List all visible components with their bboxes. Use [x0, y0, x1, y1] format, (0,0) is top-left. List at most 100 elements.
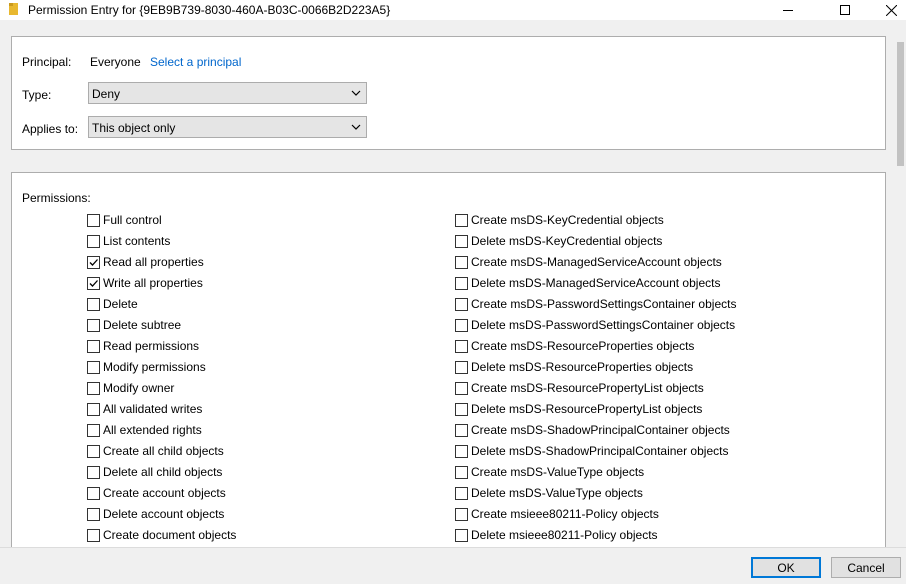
- permission-checkbox[interactable]: [87, 297, 100, 311]
- type-dropdown[interactable]: Deny: [88, 82, 367, 104]
- permission-checkbox[interactable]: [87, 465, 100, 479]
- permission-checkbox[interactable]: [87, 360, 100, 374]
- principal-label: Principal:: [22, 55, 72, 69]
- permission-item[interactable]: Read permissions: [87, 338, 199, 354]
- permission-item[interactable]: All validated writes: [87, 401, 202, 417]
- permission-checkbox[interactable]: [87, 213, 100, 227]
- permission-checkbox[interactable]: [87, 486, 100, 500]
- permission-checkbox[interactable]: [455, 486, 468, 500]
- permission-checkbox[interactable]: [455, 360, 468, 374]
- permission-checkbox[interactable]: [455, 402, 468, 416]
- permission-checkbox[interactable]: [87, 402, 100, 416]
- permission-item[interactable]: Create msDS-ResourcePropertyList objects: [455, 380, 704, 396]
- permission-item[interactable]: Delete msDS-ManagedServiceAccount object…: [455, 275, 720, 291]
- permission-checkbox[interactable]: [455, 213, 468, 227]
- permission-checkbox[interactable]: [87, 276, 100, 290]
- permission-label: Read permissions: [103, 339, 200, 353]
- permission-label: Create msDS-ManagedServiceAccount object…: [471, 255, 722, 269]
- dialog-footer: OK Cancel: [0, 547, 906, 584]
- permission-label: Write all properties: [103, 276, 203, 290]
- permission-item[interactable]: Create msDS-ValueType objects: [455, 464, 644, 480]
- permission-checkbox[interactable]: [455, 234, 468, 248]
- permission-checkbox[interactable]: [87, 339, 100, 353]
- permission-label: List contents: [103, 234, 171, 248]
- permission-item[interactable]: Delete all child objects: [87, 464, 222, 480]
- permission-checkbox[interactable]: [87, 234, 100, 248]
- permission-item[interactable]: Create msDS-ResourceProperties objects: [455, 338, 694, 354]
- permission-checkbox[interactable]: [455, 276, 468, 290]
- permission-label: Full control: [103, 213, 162, 227]
- permission-checkbox[interactable]: [455, 381, 468, 395]
- scrollbar[interactable]: [895, 20, 906, 547]
- permission-checkbox[interactable]: [455, 528, 468, 542]
- permission-item[interactable]: Create document objects: [87, 527, 236, 543]
- permission-item[interactable]: Read all properties: [87, 254, 204, 270]
- close-button[interactable]: [868, 0, 906, 20]
- permission-checkbox[interactable]: [87, 507, 100, 521]
- permission-item[interactable]: Create msDS-ShadowPrincipalContainer obj…: [455, 422, 730, 438]
- permission-item[interactable]: Delete msieee80211-Policy objects: [455, 527, 658, 543]
- permission-label: Create msieee80211-Policy objects: [471, 507, 659, 521]
- cancel-button[interactable]: Cancel: [831, 557, 901, 578]
- permission-item[interactable]: Delete msDS-ResourcePropertyList objects: [455, 401, 702, 417]
- title-bar[interactable]: Permission Entry for {9EB9B739-8030-460A…: [0, 0, 906, 20]
- minimize-button[interactable]: [765, 0, 811, 20]
- permission-label: Create msDS-ValueType objects: [471, 465, 645, 479]
- window-title: Permission Entry for {9EB9B739-8030-460A…: [28, 3, 391, 17]
- permission-label: Delete: [103, 297, 138, 311]
- checkmark-icon: [89, 258, 98, 266]
- permission-item[interactable]: Create msieee80211-Policy objects: [455, 506, 659, 522]
- permission-item[interactable]: Delete subtree: [87, 317, 181, 333]
- permission-item[interactable]: Create msDS-KeyCredential objects: [455, 212, 664, 228]
- permission-checkbox[interactable]: [455, 423, 468, 437]
- permission-checkbox[interactable]: [87, 381, 100, 395]
- scrollbar-thumb[interactable]: [897, 42, 904, 166]
- permission-item[interactable]: Delete account objects: [87, 506, 224, 522]
- close-icon: [885, 4, 897, 16]
- permission-item[interactable]: Delete msDS-PasswordSettingsContainer ob…: [455, 317, 735, 333]
- permission-label: Create msDS-KeyCredential objects: [471, 213, 664, 227]
- minimize-icon: [783, 10, 793, 11]
- permission-label: Delete msDS-ManagedServiceAccount object…: [471, 276, 721, 290]
- permission-checkbox[interactable]: [455, 255, 468, 269]
- permission-checkbox[interactable]: [455, 339, 468, 353]
- permission-checkbox[interactable]: [87, 444, 100, 458]
- permission-checkbox[interactable]: [87, 318, 100, 332]
- permission-label: Modify owner: [103, 381, 175, 395]
- permission-item[interactable]: Modify owner: [87, 380, 174, 396]
- permission-checkbox[interactable]: [455, 444, 468, 458]
- permission-checkbox[interactable]: [87, 528, 100, 542]
- permission-item[interactable]: Create msDS-ManagedServiceAccount object…: [455, 254, 722, 270]
- permission-label: Create msDS-ShadowPrincipalContainer obj…: [471, 423, 730, 437]
- permission-item[interactable]: Delete msDS-ShadowPrincipalContainer obj…: [455, 443, 728, 459]
- permission-label: All validated writes: [103, 402, 203, 416]
- permission-label: Delete subtree: [103, 318, 182, 332]
- permission-item[interactable]: Delete msDS-ResourceProperties objects: [455, 359, 693, 375]
- permission-item[interactable]: Full control: [87, 212, 162, 228]
- permission-checkbox[interactable]: [455, 465, 468, 479]
- permission-checkbox[interactable]: [87, 255, 100, 269]
- permission-item[interactable]: Delete msDS-KeyCredential objects: [455, 233, 662, 249]
- applies-to-dropdown[interactable]: This object only: [88, 116, 367, 138]
- permission-item[interactable]: Write all properties: [87, 275, 203, 291]
- checkmark-icon: [89, 279, 98, 287]
- select-principal-link[interactable]: Select a principal: [150, 55, 241, 69]
- ok-button[interactable]: OK: [751, 557, 821, 578]
- permission-item[interactable]: Delete msDS-ValueType objects: [455, 485, 643, 501]
- permission-item[interactable]: Create msDS-PasswordSettingsContainer ob…: [455, 296, 736, 312]
- permission-item[interactable]: Create account objects: [87, 485, 226, 501]
- permission-item[interactable]: Modify permissions: [87, 359, 206, 375]
- permission-label: Delete msDS-ShadowPrincipalContainer obj…: [471, 444, 729, 458]
- permission-checkbox[interactable]: [87, 423, 100, 437]
- applies-to-label: Applies to:: [22, 122, 79, 136]
- maximize-button[interactable]: [822, 0, 868, 20]
- permission-item[interactable]: Create all child objects: [87, 443, 224, 459]
- permission-label: Delete msDS-KeyCredential objects: [471, 234, 663, 248]
- permission-checkbox[interactable]: [455, 318, 468, 332]
- permission-checkbox[interactable]: [455, 507, 468, 521]
- permission-item[interactable]: List contents: [87, 233, 170, 249]
- permission-checkbox[interactable]: [455, 297, 468, 311]
- permissions-label: Permissions:: [22, 191, 91, 205]
- permission-item[interactable]: All extended rights: [87, 422, 202, 438]
- permission-item[interactable]: Delete: [87, 296, 138, 312]
